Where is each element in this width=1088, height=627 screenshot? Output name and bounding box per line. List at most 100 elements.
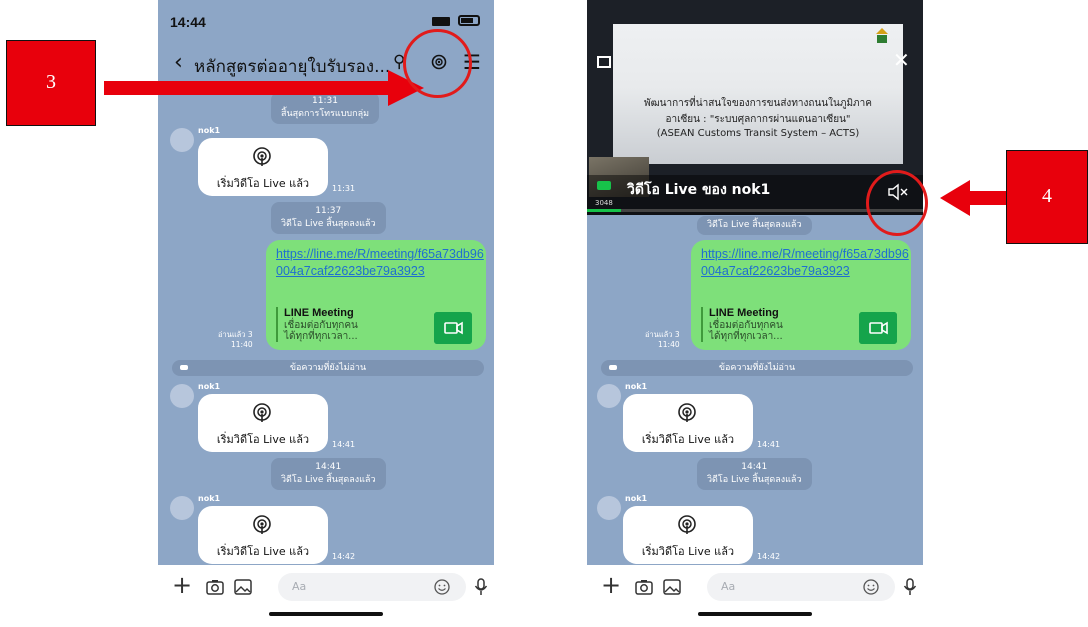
pointer-arrow xyxy=(104,70,424,106)
plus-icon[interactable]: + xyxy=(601,571,621,599)
avatar[interactable] xyxy=(170,128,194,152)
video-call-icon[interactable] xyxy=(859,312,897,344)
pointer-arrow xyxy=(940,180,1010,216)
system-message-text: วิดีโอ Live สิ้นสุดลงแล้ว xyxy=(281,219,376,229)
step-number: 4 xyxy=(1042,185,1052,207)
slide-line: พัฒนาการที่น่าสนใจของการขนส่งทางถนนในภูม… xyxy=(644,98,872,109)
read-count: อ่านแล้ว 3 xyxy=(218,330,253,339)
meeting-link-url[interactable]: https://line.me/R/meeting/f65a73db96004a… xyxy=(701,246,909,280)
status-time: 14:44 xyxy=(170,14,206,30)
message-input-bar: + Aa xyxy=(587,565,923,627)
mic-icon[interactable] xyxy=(474,578,488,596)
link-preview-title: LINE Meeting xyxy=(709,307,779,319)
viewer-count: 3048 xyxy=(595,199,613,207)
video-title: วิดีโอ Live ของ nok1 xyxy=(627,182,771,198)
home-indicator xyxy=(698,612,812,616)
live-started-bubble[interactable]: เริ่มวิดีโอ Live แล้ว xyxy=(623,394,753,452)
system-message-time: 11:37 xyxy=(315,206,342,216)
system-message: 14:41 วิดีโอ Live สิ้นสุดลงแล้ว xyxy=(271,458,386,490)
live-started-bubble[interactable]: เริ่มวิดีโอ Live แล้ว xyxy=(198,394,328,452)
meeting-link-bubble[interactable]: https://line.me/R/meeting/f65a73db96004a… xyxy=(266,240,486,350)
emoji-icon[interactable] xyxy=(863,579,879,595)
link-preview-title: LINE Meeting xyxy=(284,307,354,319)
camera-icon[interactable] xyxy=(206,579,224,595)
system-message: วิดีโอ Live สิ้นสุดลงแล้ว xyxy=(697,216,812,235)
slide-line: อาเซียน : "ระบบศุลกากรผ่านแดนอาเซียน" xyxy=(665,114,851,125)
status-icons xyxy=(420,15,480,27)
plus-icon[interactable]: + xyxy=(172,571,192,599)
picture-in-picture-icon[interactable] xyxy=(597,56,611,68)
step-label-3: 3 xyxy=(6,40,96,126)
camera-icon[interactable] xyxy=(635,579,653,595)
read-receipt: อ่านแล้ว 3 11:40 xyxy=(218,330,253,350)
live-started-text: เริ่มวิดีโอ Live แล้ว xyxy=(216,433,310,446)
sender-name: nok1 xyxy=(198,494,221,503)
live-started-text: เริ่มวิดีโอ Live แล้ว xyxy=(641,545,735,558)
unread-text: ข้อความที่ยังไม่อ่าน xyxy=(718,363,796,373)
mic-icon[interactable] xyxy=(903,578,917,596)
link-preview[interactable]: LINE Meeting เชื่อมต่อกับทุกคน ได้ทุกที่… xyxy=(276,307,434,342)
video-call-icon[interactable] xyxy=(434,312,472,344)
system-message-time: 14:41 xyxy=(315,462,342,472)
live-started-bubble[interactable]: เริ่มวิดีโอ Live แล้ว xyxy=(198,138,328,196)
meeting-link-url[interactable]: https://line.me/R/meeting/f65a73db96004a… xyxy=(276,246,484,280)
highlight-circle xyxy=(403,29,472,98)
message-input[interactable]: Aa xyxy=(278,573,466,601)
system-message-time: 14:41 xyxy=(741,462,768,472)
live-broadcast-icon xyxy=(253,515,271,534)
live-broadcast-icon xyxy=(678,515,696,534)
live-started-text: เริ่มวิดีโอ Live แล้ว xyxy=(216,177,310,190)
unread-text: ข้อความที่ยังไม่อ่าน xyxy=(289,363,367,373)
message-time: 14:42 xyxy=(332,552,356,561)
system-message: 14:41 วิดีโอ Live สิ้นสุดลงแล้ว xyxy=(697,458,812,490)
step-number: 3 xyxy=(46,71,56,93)
live-badge xyxy=(597,181,611,190)
link-preview[interactable]: LINE Meeting เชื่อมต่อกับทุกคน ได้ทุกที่… xyxy=(701,307,859,342)
sender-name: nok1 xyxy=(198,126,221,135)
unread-divider: ข้อความที่ยังไม่อ่าน xyxy=(601,360,913,376)
message-time: 14:41 xyxy=(757,440,781,449)
sender-name: nok1 xyxy=(625,494,648,503)
link-preview-desc: เชื่อมต่อกับทุกคน xyxy=(284,320,358,331)
battery-icon xyxy=(458,15,480,26)
avatar[interactable] xyxy=(597,496,621,520)
message-time: 11:40 xyxy=(231,340,253,349)
input-placeholder: Aa xyxy=(292,580,307,593)
step-label-4: 4 xyxy=(1006,150,1088,244)
link-preview-desc: ได้ทุกที่ทุกเวลา... xyxy=(284,331,358,342)
emoji-icon[interactable] xyxy=(434,579,450,595)
message-time: 11:40 xyxy=(658,340,680,349)
message-time: 11:31 xyxy=(332,184,356,193)
sender-name: nok1 xyxy=(625,382,648,391)
system-message-text: วิดีโอ Live สิ้นสุดลงแล้ว xyxy=(281,475,376,485)
system-message-text: วิดีโอ Live สิ้นสุดลงแล้ว xyxy=(707,220,802,230)
logo-icon xyxy=(876,28,888,43)
phone-screenshot-right: พัฒนาการที่น่าสนใจของการขนส่งทางถนนในภูม… xyxy=(587,0,923,627)
sender-name: nok1 xyxy=(198,382,221,391)
live-started-bubble[interactable]: เริ่มวิดีโอ Live แล้ว xyxy=(198,506,328,564)
input-placeholder: Aa xyxy=(721,580,736,593)
live-broadcast-icon xyxy=(678,403,696,422)
close-icon[interactable]: ✕ xyxy=(893,50,910,70)
link-preview-desc: ได้ทุกที่ทุกเวลา... xyxy=(709,331,783,342)
system-message: 11:37 วิดีโอ Live สิ้นสุดลงแล้ว xyxy=(271,202,386,234)
avatar[interactable] xyxy=(597,384,621,408)
live-started-bubble[interactable]: เริ่มวิดีโอ Live แล้ว xyxy=(623,506,753,564)
system-message-text: สิ้นสุดการโทรแบบกลุ่ม xyxy=(281,109,370,119)
avatar[interactable] xyxy=(170,496,194,520)
message-input[interactable]: Aa xyxy=(707,573,895,601)
highlight-circle xyxy=(866,170,928,236)
unread-icon xyxy=(609,365,617,370)
live-broadcast-icon xyxy=(253,147,271,166)
read-count: อ่านแล้ว 3 xyxy=(645,330,680,339)
meeting-link-bubble[interactable]: https://line.me/R/meeting/f65a73db96004a… xyxy=(691,240,911,350)
home-indicator xyxy=(269,612,383,616)
signal-icon xyxy=(432,17,450,26)
live-started-text: เริ่มวิดีโอ Live แล้ว xyxy=(216,545,310,558)
live-started-text: เริ่มวิดีโอ Live แล้ว xyxy=(641,433,735,446)
image-icon[interactable] xyxy=(234,579,252,595)
message-input-bar: + Aa xyxy=(158,565,494,627)
image-icon[interactable] xyxy=(663,579,681,595)
avatar[interactable] xyxy=(170,384,194,408)
read-receipt: อ่านแล้ว 3 11:40 xyxy=(645,330,680,350)
